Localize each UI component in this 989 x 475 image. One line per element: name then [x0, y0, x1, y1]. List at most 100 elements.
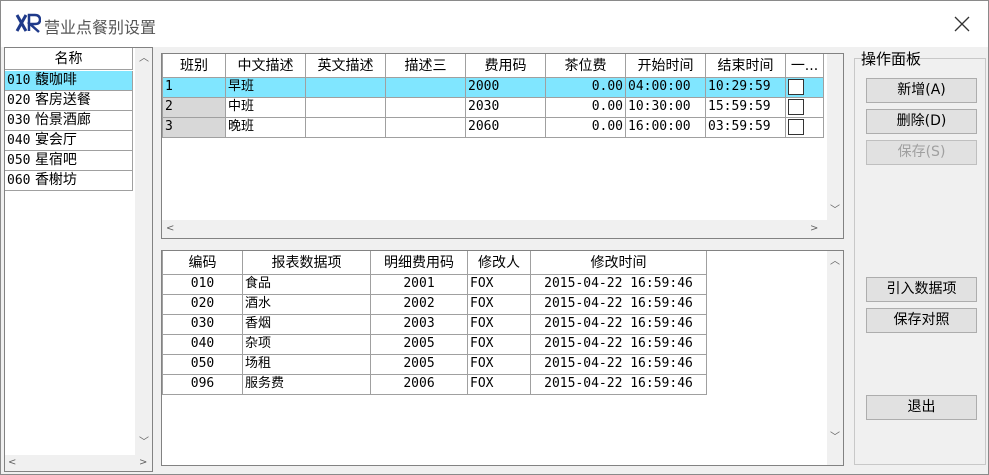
shift-end-time-cell[interactable]: 15:59:59 [705, 96, 786, 118]
outlet-list-vscrollbar[interactable]: ︿ ﹀ [135, 48, 152, 455]
report-item-row[interactable]: 020 酒水 2002 FOX 2015-04-22 16:59:46 [162, 293, 707, 315]
shift-fee-code-cell[interactable]: 2030 [465, 96, 546, 118]
report-item-name-cell[interactable]: 酒水 [242, 293, 371, 315]
report-item-modified-time-cell[interactable]: 2015-04-22 16:59:46 [530, 373, 707, 395]
shift-row[interactable]: 2 中班 2030 0.00 10:30:00 15:59:59 [162, 96, 824, 118]
shift-chinese-desc-cell[interactable]: 中班 [225, 96, 306, 118]
report-item-detail-code-cell[interactable]: 2001 [370, 273, 468, 295]
shift-fee-code-cell[interactable]: 2060 [465, 116, 546, 138]
report-item-detail-code-cell[interactable]: 2005 [370, 353, 468, 375]
report-column-header[interactable]: 明细费用码 [370, 251, 468, 275]
shift-row[interactable]: 1 早班 2000 0.00 04:00:00 10:29:59 [162, 76, 824, 98]
report-item-detail-code-cell[interactable]: 2005 [370, 333, 468, 355]
shift-flag-cell[interactable] [785, 116, 824, 138]
shift-english-desc-cell[interactable] [305, 96, 386, 118]
report-grid-vscrollbar[interactable]: ︿ ﹀ [827, 251, 843, 465]
report-item-modified-by-cell[interactable]: FOX [467, 373, 531, 395]
report-column-header[interactable]: 编码 [162, 251, 243, 275]
report-item-modified-time-cell[interactable]: 2015-04-22 16:59:46 [530, 313, 707, 335]
outlet-list-item[interactable]: 020 客房送餐 [5, 91, 133, 111]
scroll-down-icon[interactable]: ﹀ [139, 438, 149, 448]
report-item-modified-by-cell[interactable]: FOX [467, 333, 531, 355]
report-item-row[interactable]: 096 服务费 2006 FOX 2015-04-22 16:59:46 [162, 373, 707, 395]
add-button[interactable]: 新增(A) [866, 78, 977, 103]
report-item-code-cell[interactable]: 096 [162, 373, 243, 395]
outlet-list-item[interactable]: 010 馥咖啡 [5, 71, 133, 91]
shift-fee-code-cell[interactable]: 2000 [465, 76, 546, 98]
report-item-code-cell[interactable]: 020 [162, 293, 243, 315]
shift-flag-cell[interactable] [785, 96, 824, 118]
shift-start-time-cell[interactable]: 16:00:00 [625, 116, 706, 138]
shift-grid-vscrollbar[interactable]: ﹀ [827, 54, 843, 220]
shift-tea-fee-cell[interactable]: 0.00 [545, 96, 626, 118]
shift-chinese-desc-cell[interactable]: 晚班 [225, 116, 306, 138]
report-item-code-cell[interactable]: 030 [162, 313, 243, 335]
report-item-row[interactable]: 010 食品 2001 FOX 2015-04-22 16:59:46 [162, 273, 707, 295]
report-item-name-cell[interactable]: 食品 [242, 273, 371, 295]
shift-column-header[interactable]: 茶位费 [545, 54, 626, 78]
report-item-modified-by-cell[interactable]: FOX [467, 293, 531, 315]
shift-flag-checkbox[interactable] [788, 118, 804, 135]
report-item-row[interactable]: 040 杂项 2005 FOX 2015-04-22 16:59:46 [162, 333, 707, 355]
shift-flag-checkbox[interactable] [788, 78, 804, 95]
scroll-right-icon[interactable]: > [810, 224, 818, 234]
outlet-list-item[interactable]: 040 宴会厅 [5, 131, 133, 151]
shift-english-desc-cell[interactable] [305, 116, 386, 138]
shift-id-cell[interactable]: 2 [162, 96, 226, 118]
shift-english-desc-cell[interactable] [305, 76, 386, 98]
report-column-header[interactable]: 修改时间 [530, 251, 707, 275]
scroll-left-icon[interactable]: < [166, 224, 174, 234]
report-item-name-cell[interactable]: 香烟 [242, 313, 371, 335]
report-item-detail-code-cell[interactable]: 2003 [370, 313, 468, 335]
shift-desc3-cell[interactable] [385, 96, 466, 118]
shift-end-time-cell[interactable]: 10:29:59 [705, 76, 786, 98]
save-mapping-button[interactable]: 保存对照 [866, 308, 977, 333]
report-item-row[interactable]: 050 场租 2005 FOX 2015-04-22 16:59:46 [162, 353, 707, 375]
delete-button[interactable]: 删除(D) [866, 109, 977, 134]
report-item-modified-time-cell[interactable]: 2015-04-22 16:59:46 [530, 333, 707, 355]
report-item-modified-by-cell[interactable]: FOX [467, 353, 531, 375]
outlet-list-item[interactable]: 030 怡景酒廊 [5, 111, 133, 131]
scroll-up-icon[interactable]: ︿ [139, 54, 149, 64]
shift-id-cell[interactable]: 3 [162, 116, 226, 138]
shift-flag-checkbox[interactable] [788, 98, 804, 115]
exit-button[interactable]: 退出 [866, 395, 977, 420]
shift-column-header[interactable]: 描述三 [385, 54, 466, 78]
shift-start-time-cell[interactable]: 10:30:00 [625, 96, 706, 118]
report-column-header[interactable]: 报表数据项 [242, 251, 371, 275]
shift-id-cell[interactable]: 1 [162, 76, 226, 98]
shift-flag-cell[interactable] [785, 76, 824, 98]
outlet-list-item[interactable]: 060 香榭坊 [5, 171, 133, 191]
outlet-list-hscrollbar[interactable]: < > [5, 455, 152, 471]
shift-tea-fee-cell[interactable]: 0.00 [545, 116, 626, 138]
shift-row[interactable]: 3 晚班 2060 0.00 16:00:00 03:59:59 [162, 116, 824, 138]
report-item-name-cell[interactable]: 服务费 [242, 373, 371, 395]
shift-tea-fee-cell[interactable]: 0.00 [545, 76, 626, 98]
shift-grid-hscrollbar[interactable]: < > [162, 220, 843, 238]
save-button[interactable]: 保存(S) [866, 140, 977, 165]
shift-start-time-cell[interactable]: 04:00:00 [625, 76, 706, 98]
scroll-down-icon[interactable]: ﹀ [830, 433, 840, 443]
report-item-code-cell[interactable]: 040 [162, 333, 243, 355]
report-item-row[interactable]: 030 香烟 2003 FOX 2015-04-22 16:59:46 [162, 313, 707, 335]
report-item-code-cell[interactable]: 050 [162, 353, 243, 375]
report-item-modified-by-cell[interactable]: FOX [467, 273, 531, 295]
shift-desc3-cell[interactable] [385, 76, 466, 98]
close-icon[interactable] [945, 7, 979, 41]
shift-chinese-desc-cell[interactable]: 早班 [225, 76, 306, 98]
shift-column-header[interactable]: 费用码 [465, 54, 546, 78]
report-item-modified-time-cell[interactable]: 2015-04-22 16:59:46 [530, 273, 707, 295]
shift-column-header[interactable]: 班别 [162, 54, 226, 78]
report-item-name-cell[interactable]: 杂项 [242, 333, 371, 355]
shift-column-header[interactable]: 一... [785, 54, 824, 78]
shift-column-header[interactable]: 中文描述 [225, 54, 306, 78]
report-column-header[interactable]: 修改人 [467, 251, 531, 275]
report-item-detail-code-cell[interactable]: 2006 [370, 373, 468, 395]
report-item-modified-by-cell[interactable]: FOX [467, 313, 531, 335]
scroll-down-icon[interactable]: ﹀ [830, 206, 840, 216]
scroll-left-icon[interactable]: < [8, 458, 16, 468]
shift-column-header[interactable]: 英文描述 [305, 54, 386, 78]
scroll-up-icon[interactable]: ︿ [830, 257, 840, 267]
report-item-modified-time-cell[interactable]: 2015-04-22 16:59:46 [530, 353, 707, 375]
shift-desc3-cell[interactable] [385, 116, 466, 138]
